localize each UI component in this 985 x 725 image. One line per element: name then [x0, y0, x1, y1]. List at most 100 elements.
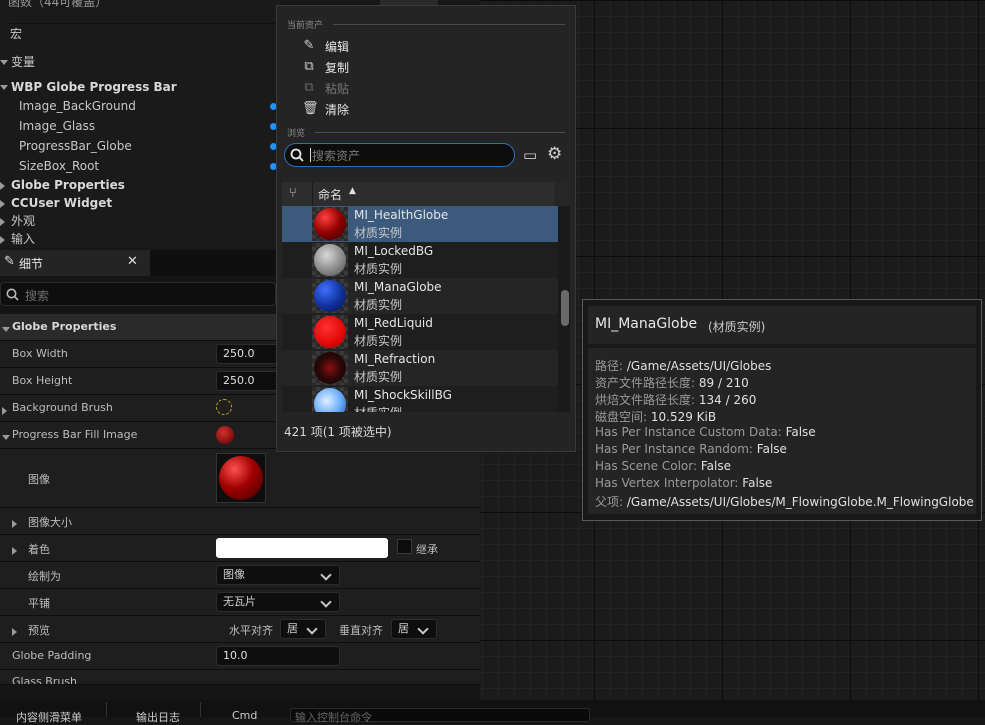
box-height-field[interactable]: 250.0 [216, 371, 280, 391]
chevron-down-icon [320, 569, 332, 581]
search-icon [290, 148, 304, 162]
image-thumbnail[interactable] [216, 453, 266, 503]
tiling-row: 平铺 无瓦片 [0, 589, 480, 616]
folder-search-icon[interactable]: ▭ [523, 146, 537, 164]
asset-search-input[interactable]: 搜索资产 [284, 143, 515, 167]
asset-thumbnail [312, 279, 348, 313]
list-item[interactable]: MI_HealthGlobe 材质实例 [282, 206, 558, 242]
red-globe-image [219, 456, 263, 500]
asset-name: MI_ManaGlobe [354, 280, 442, 294]
browse-header: 浏览 [287, 129, 306, 139]
asset-thumbnail [312, 243, 348, 277]
wbp-group[interactable]: WBP Globe Progress Bar [0, 77, 280, 97]
halign-label: 水平对齐 [229, 624, 273, 637]
content-drawer-button[interactable]: 内容侧滑菜单 [16, 709, 82, 725]
list-item[interactable]: MI_Refraction 材质实例 [282, 350, 558, 386]
list-item[interactable]: MI_ManaGlobe 材质实例 [282, 278, 558, 314]
chevron-down-icon [306, 623, 318, 635]
sort-ascending-icon: ▲ [349, 186, 356, 196]
glass-brush-label: Glass Brush [12, 675, 78, 685]
draw-as-combo[interactable]: 图像 [216, 565, 340, 585]
console-placeholder: 输入控制台命令 [295, 711, 372, 724]
chevron-down-icon [417, 623, 429, 635]
console-input[interactable]: 输入控制台命令 [290, 708, 590, 724]
preview-label: 预览 [28, 624, 50, 637]
cmd-selector[interactable]: Cmd [232, 709, 257, 722]
halign-value: 居 [287, 622, 298, 635]
globe-properties-group[interactable]: Globe Properties [0, 175, 280, 195]
edit-menu-item[interactable]: 编辑 [325, 38, 349, 55]
tiling-value: 无瓦片 [223, 595, 256, 608]
box-width-field[interactable]: 250.0 [216, 344, 280, 364]
appearance-label: 外观 [11, 214, 36, 228]
ccuser-widget-group[interactable]: CCUser Widget [0, 193, 280, 213]
output-log-button[interactable]: 输出日志 [136, 709, 180, 725]
draw-as-value: 图像 [223, 568, 245, 581]
list-item[interactable]: MI_LockedBG 材质实例 [282, 242, 558, 278]
preview-row[interactable]: 预览 水平对齐 居 垂直对齐 居 [0, 616, 480, 643]
var-image-background[interactable]: Image_BackGround [19, 96, 299, 116]
background-brush-swatch[interactable] [216, 399, 232, 415]
tooltip-line: Has Vertex Interpolator: False [595, 476, 773, 490]
tooltip-title-bar: MI_ManaGlobe (材质实例) [588, 306, 976, 344]
valign-value: 居 [398, 622, 409, 635]
gear-icon[interactable]: ⚙ [547, 144, 562, 164]
asset-name: MI_ShockSkillBG [354, 388, 452, 402]
asset-type: 材质实例 [354, 226, 403, 240]
list-scrollbar-thumb[interactable] [561, 290, 569, 326]
asset-name: MI_RedLiquid [354, 316, 433, 330]
input-group[interactable]: 输入 [0, 229, 280, 249]
tint-color-swatch[interactable] [216, 538, 388, 558]
tint-row: 着色 继承 [0, 535, 480, 562]
list-scrollbar-track[interactable] [560, 206, 570, 412]
tiling-combo[interactable]: 无瓦片 [216, 592, 340, 612]
background-brush-label: Background Brush [12, 401, 113, 414]
clear-menu-item[interactable]: 清除 [325, 101, 349, 118]
paste-icon: ⧉ [304, 80, 314, 95]
details-search-input[interactable]: 搜索 [0, 282, 276, 306]
tooltip-line: Has Per Instance Random: False [595, 442, 787, 456]
tooltip-line: 烘焙文件路径长度: 134 / 260 [595, 393, 757, 407]
asset-type: 材质实例 [354, 334, 403, 348]
var-progressbar-globe[interactable]: ProgressBar_Globe [19, 136, 299, 156]
fill-image-label: Progress Bar Fill Image [12, 428, 138, 441]
image-size-row[interactable]: 图像大小 [0, 508, 480, 535]
inherit-checkbox[interactable] [397, 539, 412, 554]
var-image-glass[interactable]: Image_Glass [19, 116, 299, 136]
globe-padding-field[interactable]: 10.0 [216, 646, 340, 666]
halign-combo[interactable]: 居 [280, 619, 326, 639]
tooltip-line: 磁盘空间: 10.529 KiB [595, 410, 717, 424]
paste-menu-item: 粘贴 [325, 82, 350, 96]
wbp-group-label: WBP Globe Progress Bar [11, 80, 177, 94]
draw-as-label: 绘制为 [28, 570, 61, 583]
image-size-label: 图像大小 [28, 516, 72, 529]
tint-label: 着色 [28, 543, 50, 556]
inherit-label: 继承 [416, 543, 438, 556]
list-item[interactable]: MI_RedLiquid 材质实例 [282, 314, 558, 350]
branch-icon[interactable]: ⑂ [289, 186, 297, 201]
appearance-group[interactable]: 外观 [0, 211, 280, 231]
fill-image-swatch[interactable] [216, 426, 234, 444]
list-item[interactable]: MI_ShockSkillBG 材质实例 [282, 386, 558, 412]
ccuser-widget-label: CCUser Widget [11, 196, 113, 210]
variables-header[interactable]: 变量 [0, 52, 280, 72]
variables-label: 变量 [11, 55, 36, 69]
copy-menu-item[interactable]: 复制 [325, 59, 349, 76]
close-icon[interactable]: ✕ [127, 254, 138, 269]
chevron-down-icon [320, 596, 332, 608]
details-tab[interactable]: ✎ 细节 ✕ [0, 250, 150, 276]
current-asset-header: 当前资产 [287, 21, 324, 31]
input-label: 输入 [11, 232, 36, 246]
column-name-header[interactable]: 命名 [318, 186, 342, 203]
glass-brush-row[interactable]: Glass Brush [0, 670, 480, 685]
functions-header[interactable]: 函数（44可覆盖） [8, 0, 288, 12]
valign-combo[interactable]: 居 [391, 619, 437, 639]
trash-icon: 🗑 [302, 101, 319, 116]
image-label: 图像 [28, 473, 50, 486]
my-blueprint-panel: 函数（44可覆盖） 宏 变量 WBP Globe Progress Bar Im… [0, 0, 438, 249]
asset-list: MI_HealthGlobe 材质实例 MI_LockedBG 材质实例 MI_… [282, 206, 570, 412]
macros-header[interactable]: 宏 [10, 23, 290, 44]
tiling-label: 平铺 [28, 597, 50, 610]
tooltip-line: 父项: /Game/Assets/UI/Globes/M_FlowingGlob… [595, 495, 974, 509]
var-sizebox-root[interactable]: SizeBox_Root [19, 156, 299, 176]
